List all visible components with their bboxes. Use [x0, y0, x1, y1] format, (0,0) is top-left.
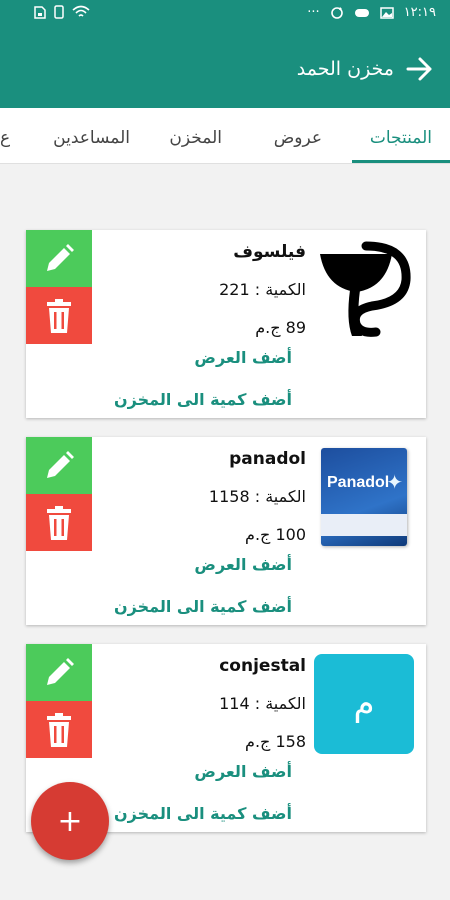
- product-image: [314, 240, 414, 340]
- product-name: panadol: [229, 449, 306, 469]
- game-icon: [354, 8, 369, 17]
- pharmacy-logo-icon: [320, 241, 411, 337]
- product-price: 100 ج.م: [245, 525, 306, 544]
- image-icon: [379, 6, 394, 19]
- product-name: فيلسوف: [233, 242, 306, 262]
- wifi-icon: [72, 5, 90, 17]
- back-arrow-icon[interactable]: [404, 54, 434, 84]
- add-offer-link[interactable]: أضف العرض: [194, 348, 292, 367]
- sim-icon: [34, 6, 46, 19]
- delete-button[interactable]: [26, 287, 92, 344]
- add-stock-link[interactable]: أضف كمية الى المخزن: [114, 804, 292, 823]
- trash-icon: [47, 298, 71, 333]
- delete-button[interactable]: [26, 494, 92, 551]
- product-name: conjestal: [219, 656, 306, 676]
- delete-button[interactable]: [26, 701, 92, 758]
- panadol-brand-text: Panadol: [327, 474, 390, 491]
- pencil-icon: [47, 243, 74, 271]
- sync-icon: [330, 6, 343, 19]
- product-quantity: الكمية : 1158: [208, 487, 306, 506]
- add-product-button[interactable]: +: [31, 782, 109, 860]
- product-price: 158 ج.م: [245, 732, 306, 751]
- tab-offers[interactable]: عروض: [274, 128, 322, 148]
- panadol-box-image: Panadol ✦: [321, 448, 407, 546]
- more-dots: ···: [307, 5, 320, 20]
- tab-products[interactable]: المنتجات: [370, 128, 432, 148]
- tab-assistants[interactable]: المساعدين: [53, 128, 130, 148]
- box-band: [321, 514, 407, 536]
- product-price: 89 ج.م: [255, 318, 306, 337]
- product-image: Panadol ✦: [314, 447, 414, 547]
- status-time: ١٢:١٩: [403, 5, 436, 20]
- edit-button[interactable]: [26, 437, 92, 494]
- status-bar: ··· ١٢:١٩: [0, 0, 450, 28]
- product-avatar: م: [314, 654, 414, 754]
- product-card: فيلسوف الكمية : 221 89 ج.م أضف العرض أضف…: [26, 230, 426, 418]
- add-stock-link[interactable]: أضف كمية الى المخزن: [114, 597, 292, 616]
- add-stock-link[interactable]: أضف كمية الى المخزن: [114, 390, 292, 409]
- product-quantity: الكمية : 114: [219, 694, 306, 713]
- edit-button[interactable]: [26, 644, 92, 701]
- status-right-icons: ··· ١٢:١٩: [307, 5, 436, 20]
- tab-bar: المنتجات عروض المخزن المساعدين ع: [0, 108, 450, 164]
- app-bar: مخزن الحمد: [0, 28, 450, 108]
- sparkle-icon: ✦: [386, 470, 403, 494]
- pencil-icon: [47, 450, 74, 478]
- add-offer-link[interactable]: أضف العرض: [194, 555, 292, 574]
- pencil-icon: [47, 657, 74, 685]
- phone-icon: [54, 5, 64, 19]
- product-card: panadol الكمية : 1158 100 ج.م أضف العرض …: [26, 437, 426, 625]
- tab-indicator: [352, 160, 450, 163]
- tab-overflow[interactable]: ع: [0, 128, 10, 148]
- edit-button[interactable]: [26, 230, 92, 287]
- tab-warehouse[interactable]: المخزن: [169, 128, 222, 148]
- trash-icon: [47, 712, 71, 747]
- status-left-icons: [34, 5, 90, 19]
- product-quantity: الكمية : 221: [219, 280, 306, 299]
- trash-icon: [47, 505, 71, 540]
- add-offer-link[interactable]: أضف العرض: [194, 762, 292, 781]
- page-title: مخزن الحمد: [296, 58, 394, 80]
